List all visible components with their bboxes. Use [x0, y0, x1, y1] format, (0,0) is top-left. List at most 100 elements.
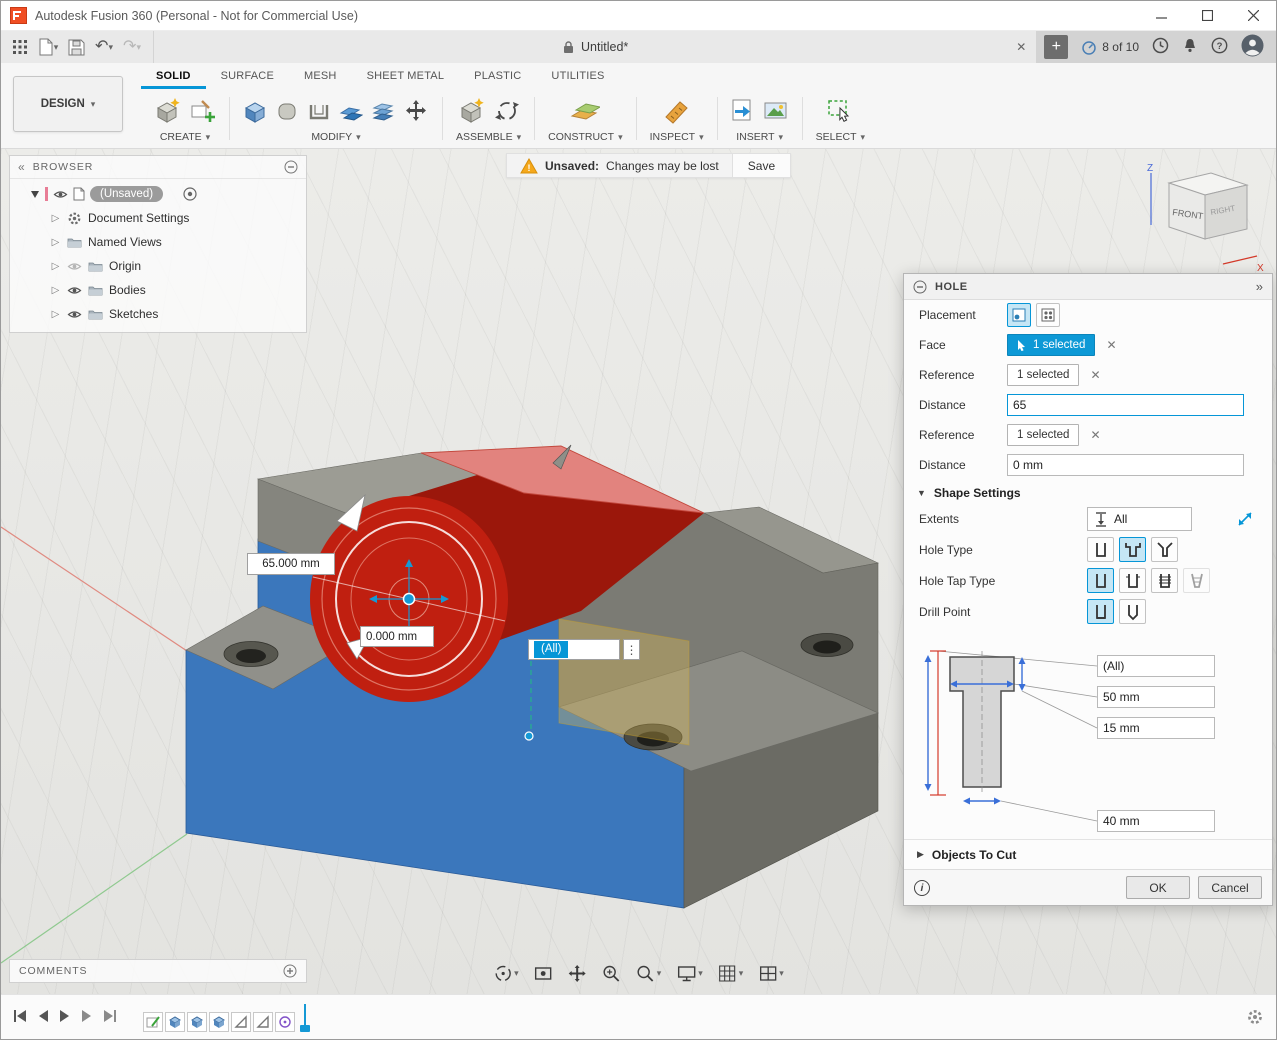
visibility-eye-off-icon[interactable]: [67, 261, 82, 272]
select-tool-icon[interactable]: [827, 98, 853, 127]
clear-reference2-icon[interactable]: ✕: [1090, 428, 1100, 442]
file-menu-button[interactable]: ▾: [37, 35, 59, 59]
expand-icon[interactable]: ▷: [50, 285, 61, 296]
visibility-eye-icon[interactable]: [67, 285, 82, 296]
zoom-icon[interactable]: [602, 964, 621, 983]
timeline-go-to-start-button[interactable]: [13, 1009, 27, 1026]
tap-type-simple-button[interactable]: [1087, 568, 1114, 593]
viewport-3d[interactable]: « BROWSER (Unsaved) ▷ Document Settings: [1, 149, 1276, 994]
ok-button[interactable]: OK: [1126, 876, 1190, 899]
timeline-play-button[interactable]: [59, 1009, 71, 1026]
new-document-tab-button[interactable]: +: [1044, 35, 1068, 59]
distance1-input[interactable]: [1007, 394, 1244, 416]
expand-icon[interactable]: ▷: [50, 213, 61, 224]
notifications-bell-icon[interactable]: [1182, 37, 1198, 57]
tab-solid[interactable]: SOLID: [141, 63, 206, 89]
save-link-button[interactable]: Save: [732, 154, 790, 177]
extents-dropdown[interactable]: All: [1087, 507, 1192, 531]
expand-icon[interactable]: ▷: [50, 237, 61, 248]
expand-icon[interactable]: ▷: [50, 261, 61, 272]
timeline-go-to-end-button[interactable]: [103, 1009, 117, 1026]
redo-button[interactable]: ↷▾: [121, 35, 143, 59]
extent-dropdown[interactable]: (All) ⋮: [528, 639, 640, 660]
shape-settings-section[interactable]: ▼ Shape Settings: [904, 480, 1272, 504]
extent-overflow-icon[interactable]: ⋮: [623, 639, 640, 660]
minimize-button[interactable]: [1138, 1, 1184, 30]
document-tab[interactable]: Untitled* ✕: [153, 31, 1036, 63]
counterbore-depth-input[interactable]: [1097, 717, 1215, 739]
pan-icon[interactable]: [568, 964, 587, 983]
sidebar-item-bodies[interactable]: ▷ Bodies: [10, 278, 306, 302]
timeline-position-marker[interactable]: [300, 1004, 310, 1032]
documents-quota-badge[interactable]: 8 of 10: [1081, 39, 1139, 55]
sidebar-item-named-views[interactable]: ▷ Named Views: [10, 230, 306, 254]
joint-icon[interactable]: [494, 98, 520, 127]
fit-icon[interactable]: ▾: [636, 964, 662, 983]
reference1-selection-button[interactable]: 1 selected: [1007, 364, 1079, 386]
timeline-chamfer-feature[interactable]: [231, 1012, 251, 1032]
drill-point-angle-button[interactable]: [1119, 599, 1146, 624]
hole-type-counterbore-button[interactable]: [1119, 537, 1146, 562]
group-select-label[interactable]: SELECT▾: [816, 131, 865, 143]
timeline-extrude-feature[interactable]: [187, 1012, 207, 1032]
timeline-chamfer-feature[interactable]: [253, 1012, 273, 1032]
timeline-settings-gear-icon[interactable]: [1246, 1008, 1264, 1026]
face-selection-button[interactable]: 1 selected: [1007, 334, 1095, 356]
look-at-icon[interactable]: [534, 964, 553, 983]
move-copy-icon[interactable]: [403, 98, 429, 127]
maximize-button[interactable]: [1184, 1, 1230, 30]
timeline-extrude-feature[interactable]: [209, 1012, 229, 1032]
insert-svg-icon[interactable]: [731, 98, 755, 127]
user-avatar[interactable]: [1241, 34, 1264, 60]
group-create-label[interactable]: CREATE▾: [160, 131, 210, 143]
hole-dialog-header[interactable]: HOLE »: [904, 274, 1272, 300]
comments-panel[interactable]: COMMENTS: [9, 959, 307, 983]
timeline-sketch-feature[interactable]: [143, 1012, 163, 1032]
extent-dim-input[interactable]: [1097, 655, 1215, 677]
timeline-step-forward-button[interactable]: [81, 1009, 93, 1026]
visibility-eye-icon[interactable]: [53, 189, 68, 200]
browser-minimize-icon[interactable]: [284, 160, 298, 174]
tap-type-taper-button[interactable]: [1183, 568, 1210, 593]
assemble-component-icon[interactable]: [458, 97, 486, 128]
counterbore-diameter-input[interactable]: [1097, 686, 1215, 708]
browser-collapse-icon[interactable]: «: [18, 160, 25, 174]
objects-to-cut-section[interactable]: ▶ Objects To Cut: [904, 839, 1272, 869]
tree-root-component[interactable]: (Unsaved): [10, 182, 306, 206]
placement-multiple-button[interactable]: [1036, 303, 1060, 327]
hole-type-simple-button[interactable]: [1087, 537, 1114, 562]
sidebar-item-sketches[interactable]: ▷ Sketches: [10, 302, 306, 326]
app-grid-menu-icon[interactable]: [9, 35, 31, 59]
extent-handle[interactable]: [525, 732, 533, 740]
group-construct-label[interactable]: CONSTRUCT▾: [548, 131, 622, 143]
insert-canvas-icon[interactable]: [763, 98, 789, 127]
timeline-circular-pattern-feature[interactable]: [275, 1012, 295, 1032]
add-comment-icon[interactable]: [283, 964, 297, 978]
tab-surface[interactable]: SURFACE: [206, 63, 289, 89]
tab-sheet-metal[interactable]: SHEET METAL: [352, 63, 460, 89]
close-button[interactable]: [1230, 1, 1276, 30]
tab-utilities[interactable]: UTILITIES: [536, 63, 619, 89]
sidebar-item-document-settings[interactable]: ▷ Document Settings: [10, 206, 306, 230]
group-insert-label[interactable]: INSERT▾: [736, 131, 783, 143]
tab-plastic[interactable]: PLASTIC: [459, 63, 536, 89]
grid-settings-icon[interactable]: ▾: [718, 964, 744, 983]
hole-type-countersink-button[interactable]: [1151, 537, 1178, 562]
undo-button[interactable]: ↶▾: [93, 35, 115, 59]
offset-distance-input[interactable]: 0.000 mm: [360, 626, 434, 647]
flip-direction-button[interactable]: [1233, 507, 1257, 531]
drill-point-flat-button[interactable]: [1087, 599, 1114, 624]
distance2-input[interactable]: [1007, 454, 1244, 476]
viewports-icon[interactable]: ▾: [758, 964, 784, 983]
reference2-selection-button[interactable]: 1 selected: [1007, 424, 1079, 446]
press-pull-icon[interactable]: [243, 98, 267, 127]
document-tab-close-icon[interactable]: ✕: [1016, 40, 1026, 54]
clear-reference1-icon[interactable]: ✕: [1090, 368, 1100, 382]
dialog-detach-icon[interactable]: »: [1256, 279, 1263, 294]
info-icon[interactable]: i: [914, 880, 930, 896]
workspace-selector[interactable]: DESIGN ▾: [13, 76, 123, 132]
view-cube[interactable]: Z X FRONT RIGHT: [1131, 161, 1266, 276]
help-icon[interactable]: ?: [1211, 37, 1228, 57]
shell-icon[interactable]: [307, 98, 331, 127]
recent-activity-icon[interactable]: [1152, 37, 1169, 57]
